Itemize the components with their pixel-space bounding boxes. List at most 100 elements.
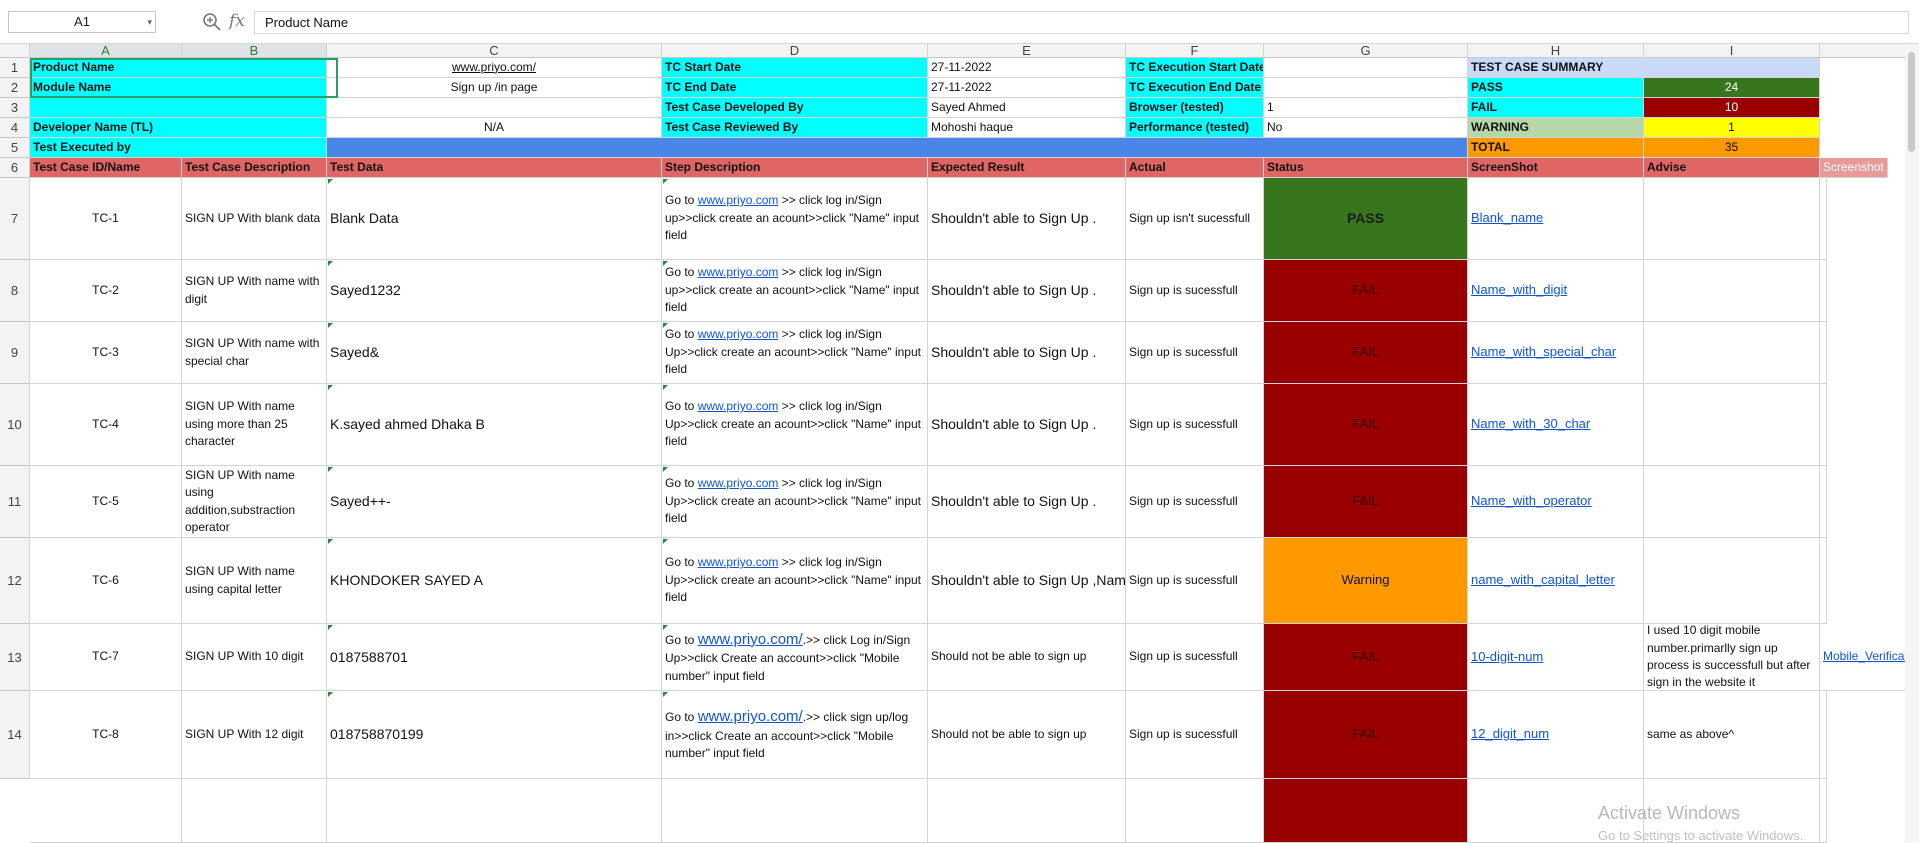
screenshot-link[interactable]: 10-digit-num	[1471, 648, 1543, 667]
table-header-test-data[interactable]: Test Data	[327, 158, 662, 178]
cell-module-name[interactable]: Sign up /in page	[327, 78, 662, 98]
cell-expected-result[interactable]: Should not be able to sign up	[928, 691, 1126, 779]
cell-performance-label[interactable]: Performance (tested)	[1126, 118, 1264, 138]
cell-empty-row-15[interactable]	[1820, 779, 1827, 843]
column-header-e[interactable]: E	[928, 43, 1126, 58]
cell-advise[interactable]	[1644, 322, 1820, 384]
cell-step-description[interactable]: Go to www.priyo.com >> click log in/Sign…	[662, 178, 928, 260]
cell-test-case-description[interactable]: SIGN UP With name using addition,substra…	[182, 466, 327, 538]
cell-screenshot-link[interactable]: Name_with_digit	[1468, 260, 1644, 322]
cell-test-data[interactable]: 0187588701	[327, 624, 662, 691]
cell-screenshot-link[interactable]: Name_with_special_char	[1468, 322, 1644, 384]
cell-browser-value[interactable]: 1	[1264, 98, 1468, 118]
cell-summary-warning-label[interactable]: WARNING	[1468, 118, 1644, 138]
cell-browser-label[interactable]: Browser (tested)	[1126, 98, 1264, 118]
cell-advise[interactable]: I used 10 digit mobile number.primarlly …	[1644, 624, 1820, 691]
chevron-down-icon[interactable]: ▾	[147, 12, 152, 32]
status-badge[interactable]: FAIL	[1264, 322, 1468, 384]
screenshot-link[interactable]: Name_with_special_char	[1471, 343, 1616, 362]
step-link[interactable]: www.priyo.com	[698, 555, 779, 569]
scrollbar-thumb[interactable]	[1908, 52, 1915, 152]
step-link[interactable]: www.priyo.com	[698, 265, 779, 279]
step-link[interactable]: www.priyo.com	[698, 476, 779, 490]
row-header-1[interactable]: 1	[0, 58, 30, 78]
cell-test-case-id[interactable]: TC-3	[30, 322, 182, 384]
cell-expected-result[interactable]: Shouldn't able to Sign Up .	[928, 178, 1126, 260]
cell-empty-row-15[interactable]	[30, 779, 182, 843]
cell-summary-pass-count[interactable]: 24	[1644, 78, 1820, 98]
cell-screenshot-extra[interactable]	[1820, 538, 1827, 624]
row-header-14[interactable]: 14	[0, 691, 30, 779]
row-header-13[interactable]: 13	[0, 624, 30, 691]
row-header-2[interactable]: 2	[0, 78, 30, 98]
step-link[interactable]: www.priyo.com	[698, 327, 779, 341]
screenshot-link[interactable]: name_with_capital_letter	[1471, 571, 1615, 590]
table-header-screenshot[interactable]: Screenshot	[1820, 158, 1888, 178]
cell-step-description[interactable]: Go to www.priyo.com >> click log in/Sign…	[662, 322, 928, 384]
cell-test-data[interactable]: Blank Data	[327, 178, 662, 260]
cell-executed-by-value[interactable]	[327, 138, 1468, 158]
cell-step-description[interactable]: Go to www.priyo.com >> click log in/Sign…	[662, 260, 928, 322]
table-header-test-case-description[interactable]: Test Case Description	[182, 158, 327, 178]
cell-test-case-description[interactable]: SIGN UP With name using more than 25 cha…	[182, 384, 327, 466]
cell-summary-fail-label[interactable]: FAIL	[1468, 98, 1644, 118]
table-header-test-case-id-name[interactable]: Test Case ID/Name	[30, 158, 182, 178]
cell-tc-exec-start-label[interactable]: TC Execution Start Date	[1126, 58, 1264, 78]
row-header-9[interactable]: 9	[0, 322, 30, 384]
cell-advise[interactable]	[1644, 538, 1820, 624]
cell-developer-name[interactable]: N/A	[327, 118, 662, 138]
cell-screenshot-link[interactable]: name_with_capital_letter	[1468, 538, 1644, 624]
status-badge[interactable]: FAIL	[1264, 691, 1468, 779]
row-header-6[interactable]: 6	[0, 158, 30, 178]
cell-tc-exec-end-label[interactable]: TC Execution End Date	[1126, 78, 1264, 98]
cell-actual-result[interactable]: Sign up is sucessfull	[1126, 624, 1264, 691]
column-header-a[interactable]: A	[30, 43, 182, 58]
column-header-h[interactable]: H	[1468, 43, 1644, 58]
table-header-step-description[interactable]: Step Description	[662, 158, 928, 178]
cell-test-case-description[interactable]: SIGN UP With name with digit	[182, 260, 327, 322]
column-header-d[interactable]: D	[662, 43, 928, 58]
cell-summary-total-count[interactable]: 35	[1644, 138, 1820, 158]
cell-actual-result[interactable]: Sign up is sucessfull	[1126, 691, 1264, 779]
cell-empty-row-15[interactable]	[1126, 779, 1264, 843]
column-header-f[interactable]: F	[1126, 43, 1264, 58]
cell-step-description[interactable]: Go to www.priyo.com >> click log in/Sign…	[662, 384, 928, 466]
step-link[interactable]: www.priyo.com	[698, 399, 779, 413]
cell-step-description[interactable]: Go to www.priyo.com >> click log in/Sign…	[662, 466, 928, 538]
cell-empty-row-15[interactable]	[327, 779, 662, 843]
cell-product-name-label[interactable]: Product Name	[30, 58, 327, 78]
cell-summary-pass-label[interactable]: PASS	[1468, 78, 1644, 98]
cell-screenshot-extra[interactable]	[1820, 322, 1827, 384]
cell-test-case-id[interactable]: TC-1	[30, 178, 182, 260]
cell-summary-title[interactable]: TEST CASE SUMMARY	[1468, 58, 1820, 78]
select-all-corner[interactable]	[0, 44, 30, 58]
row-header-5[interactable]: 5	[0, 138, 30, 158]
cell-developed-by-label[interactable]: Test Case Developed By	[662, 98, 928, 118]
cell-summary-fail-count[interactable]: 10	[1644, 98, 1820, 118]
status-badge[interactable]: PASS	[1264, 178, 1468, 260]
zoom-in-icon[interactable]	[202, 12, 222, 32]
cell-expected-result[interactable]: Shouldn't able to Sign Up .	[928, 322, 1126, 384]
vertical-scrollbar[interactable]	[1905, 44, 1919, 843]
column-header-c[interactable]: C	[327, 43, 662, 58]
status-badge[interactable]: FAIL	[1264, 624, 1468, 691]
cell-test-case-description[interactable]: SIGN UP With name with special char	[182, 322, 327, 384]
cell-performance-value[interactable]: No	[1264, 118, 1468, 138]
status-badge[interactable]: FAIL	[1264, 260, 1468, 322]
cell-expected-result[interactable]: Shouldn't able to Sign Up .	[928, 260, 1126, 322]
cell-screenshot-extra[interactable]	[1820, 260, 1827, 322]
cell-empty-row-15[interactable]	[1264, 779, 1468, 843]
row-header-4[interactable]: 4	[0, 118, 30, 138]
status-badge[interactable]: FAIL	[1264, 466, 1468, 538]
cell-tc-start-date[interactable]: 27-11-2022	[928, 58, 1126, 78]
cell-tc-exec-start-value[interactable]	[1264, 58, 1468, 78]
cell-tc-end-date-label[interactable]: TC End Date	[662, 78, 928, 98]
cell-summary-warning-count[interactable]: 1	[1644, 118, 1820, 138]
cell-advise[interactable]: same as above^	[1644, 691, 1820, 779]
row-header-11[interactable]: 11	[0, 466, 30, 538]
cell-module-name-label[interactable]: Module Name	[30, 78, 327, 98]
cell-test-case-id[interactable]: TC-8	[30, 691, 182, 779]
cell-empty-c3[interactable]	[327, 98, 662, 118]
cell-test-case-description[interactable]: SIGN UP With name using capital letter	[182, 538, 327, 624]
cell-summary-total-label[interactable]: TOTAL	[1468, 138, 1644, 158]
